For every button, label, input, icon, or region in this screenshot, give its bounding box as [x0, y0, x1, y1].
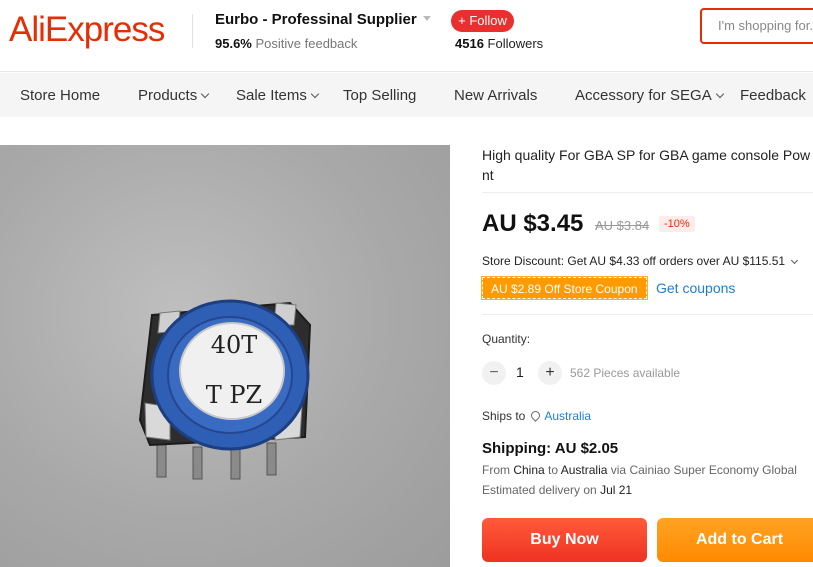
estimated-delivery: Estimated delivery on Jul 21 [482, 483, 632, 497]
feedback-label: Positive feedback [255, 36, 358, 51]
add-to-cart-button[interactable]: Add to Cart [657, 518, 813, 562]
ships-to-label: Ships to [482, 409, 526, 423]
from-label: From [482, 463, 510, 477]
chevron-down-icon [310, 89, 320, 99]
store-name[interactable]: Eurbo - Professinal Supplier [215, 11, 431, 28]
aliexpress-logo[interactable]: AliExpress [9, 10, 165, 50]
from-to: to [548, 463, 559, 477]
quantity-value[interactable]: 1 [516, 364, 524, 380]
from-origin: China [513, 463, 545, 477]
pieces-available: 562 Pieces available [570, 366, 681, 380]
from-destination: Australia [560, 463, 608, 477]
buy-now-button[interactable]: Buy Now [482, 518, 647, 562]
product-title: High quality For GBA SP for GBA game con… [482, 145, 813, 185]
followers-number: 4516 [455, 36, 484, 51]
shipping-method: via Cainiao Super Economy Global [610, 463, 797, 477]
chip-marking-line1: 40T [211, 331, 258, 359]
product-title-line1: High quality For GBA SP for GBA game con… [482, 147, 811, 163]
quantity-label: Quantity: [482, 332, 531, 346]
store-name-label: Eurbo - Professinal Supplier [215, 11, 417, 28]
delivery-label: Estimated delivery on [482, 483, 597, 497]
discount-badge: -10% [659, 216, 695, 232]
quantity-decrease-button[interactable]: − [482, 361, 506, 385]
caret-down-icon[interactable] [422, 15, 431, 21]
search-input[interactable]: I'm shopping for... [700, 8, 813, 44]
ships-to[interactable]: Ships to Australia [482, 409, 591, 423]
store-nav: Store Home Products Sale Items Top Selli… [0, 73, 813, 117]
followers-count: 4516 Followers [455, 36, 543, 51]
nav-accessory-sega[interactable]: Accessory for SEGA [575, 87, 724, 104]
chevron-down-icon [791, 256, 799, 265]
nav-products[interactable]: Products [138, 87, 210, 104]
followers-label: Followers [487, 36, 544, 51]
chevron-down-icon [200, 89, 210, 99]
shipping-cost: Shipping: AU $2.05 [482, 440, 619, 457]
location-pin-icon [529, 409, 543, 422]
chip-marking-line2: T PZ [206, 381, 262, 409]
nav-accessory-label: Accessory for SEGA [575, 87, 712, 104]
feedback-value: 95.6% [215, 36, 252, 51]
nav-top-selling[interactable]: Top Selling [343, 87, 416, 104]
store-discount[interactable]: Store Discount: Get AU $4.33 off orders … [482, 254, 799, 268]
product-image[interactable]: 40T T PZ [0, 145, 450, 567]
ships-to-destination[interactable]: Australia [544, 409, 591, 423]
get-coupons-link[interactable]: Get coupons [656, 280, 735, 296]
chevron-down-icon [715, 89, 724, 99]
nav-sale-items-label: Sale Items [236, 87, 307, 104]
follow-button[interactable]: + Follow [451, 10, 514, 32]
divider [482, 314, 813, 315]
divider [482, 192, 813, 193]
store-coupon[interactable]: AU $2.89 Off Store Coupon [481, 276, 648, 300]
quantity-increase-button[interactable]: + [538, 361, 562, 385]
nav-feedback[interactable]: Feedback [740, 87, 806, 104]
nav-store-home[interactable]: Store Home [20, 87, 100, 104]
original-price: AU $3.84 [595, 218, 650, 233]
shipping-route: From China to Australia via Cainiao Supe… [482, 463, 797, 477]
product-title-line2: nt [482, 167, 494, 183]
store-feedback: 95.6% Positive feedback [215, 36, 357, 51]
nav-sale-items[interactable]: Sale Items [236, 87, 320, 104]
nav-products-label: Products [138, 87, 198, 104]
store-header: AliExpress Eurbo - Professinal Supplier … [0, 0, 813, 72]
current-price: AU $3.45 [482, 210, 584, 237]
nav-new-arrivals[interactable]: New Arrivals [454, 87, 537, 104]
product-photo: 40T T PZ [138, 299, 312, 480]
header-divider [192, 14, 193, 48]
delivery-date: Jul 21 [600, 483, 633, 497]
store-discount-text: Store Discount: Get AU $4.33 off orders … [482, 254, 786, 268]
